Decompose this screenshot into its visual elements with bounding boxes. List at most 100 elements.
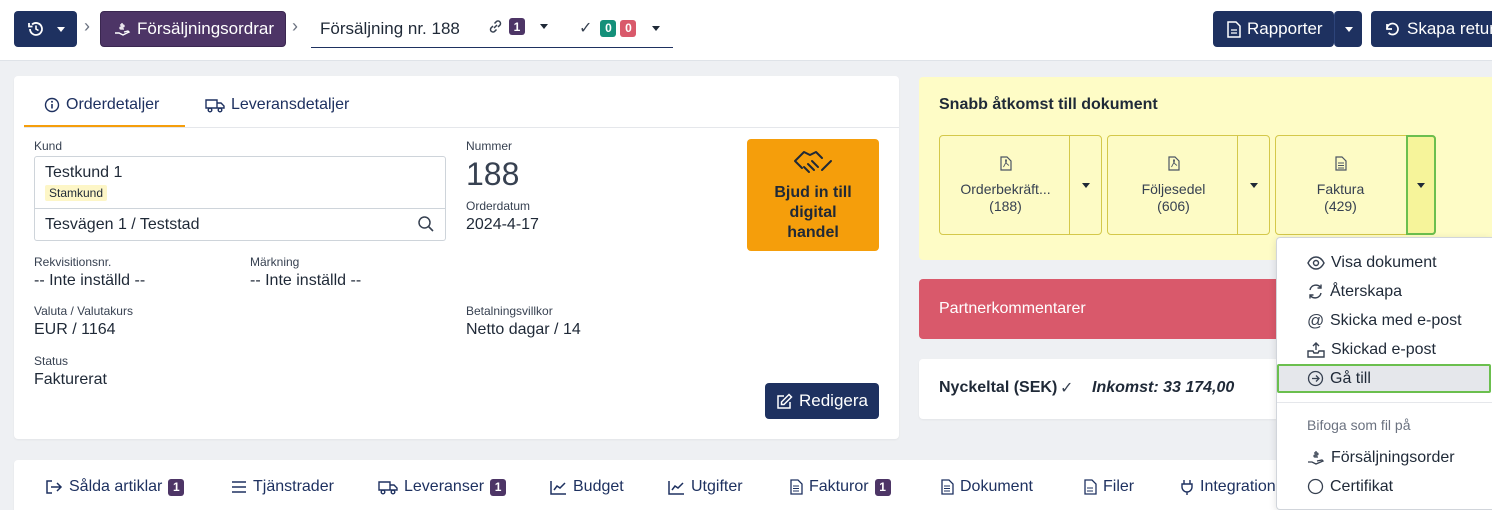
menu-go-to[interactable]: Gå till xyxy=(1277,364,1491,393)
checks-dropdown[interactable]: ✓ 0 0 xyxy=(579,18,661,38)
reports-button[interactable]: Rapporter xyxy=(1213,11,1334,47)
invoice-dropdown-menu: Visa dokument Återskapa @ Skicka med e-p… xyxy=(1276,237,1492,510)
chevron-down-icon xyxy=(1081,182,1090,188)
arrow-circle-icon xyxy=(1307,370,1324,387)
tab-label: Fakturor xyxy=(809,478,869,495)
refresh-icon xyxy=(1307,283,1324,300)
tab-documents[interactable]: Dokument xyxy=(941,478,1033,496)
pdf-icon xyxy=(999,155,1012,171)
doc-order-confirmation-dropdown[interactable] xyxy=(1069,136,1101,234)
currency-label: Valuta / Valutakurs xyxy=(34,304,133,318)
tab-deliveries[interactable]: Leveranser 1 xyxy=(378,478,507,496)
invite-digital-trade-button[interactable]: Bjud in till digital handel xyxy=(747,139,879,251)
menu-view-document[interactable]: Visa dokument xyxy=(1277,248,1492,277)
check-ok-badge: 0 xyxy=(600,19,617,37)
tab-label: Budget xyxy=(573,478,624,495)
reports-label: Rapporter xyxy=(1247,19,1323,38)
at-icon: @ xyxy=(1307,310,1325,330)
customer-label: Kund xyxy=(34,139,63,153)
menu-item-label: Skickad e-post xyxy=(1331,340,1436,358)
quick-access-title: Snabb åtkomst till dokument xyxy=(939,96,1158,113)
tab-invoices[interactable]: Fakturor 1 xyxy=(790,478,891,496)
doc-order-confirmation-open[interactable]: Orderbekräft... (188) xyxy=(940,136,1071,234)
tab-service-rows[interactable]: Tjänstrader xyxy=(231,478,334,496)
marking-label: Märkning xyxy=(250,255,300,269)
doc-invoice-open[interactable]: Faktura (429) xyxy=(1276,136,1405,234)
menu-sent-email[interactable]: Skickad e-post xyxy=(1277,335,1492,364)
order-date-label: Orderdatum xyxy=(466,199,531,213)
export-icon xyxy=(45,479,63,495)
history-icon xyxy=(27,20,45,38)
check-fail-badge: 0 xyxy=(620,19,637,37)
doc-invoice: Faktura (429) xyxy=(1275,135,1436,235)
tab-label: Utgifter xyxy=(691,478,743,495)
doc-name: Följesedel xyxy=(1141,180,1206,197)
menu-recreate[interactable]: Återskapa xyxy=(1277,277,1492,306)
status-label: Status xyxy=(34,354,69,368)
tab-label: Tjänstrader xyxy=(253,478,334,495)
customer-tag: Stamkund xyxy=(45,185,108,201)
order-date-value: 2024-4-17 xyxy=(466,216,539,233)
tab-delivery-details[interactable]: Leveransdetaljer xyxy=(205,96,349,114)
menu-item-label: Certifikat xyxy=(1330,477,1394,495)
breadcrumb-separator: › xyxy=(292,16,298,36)
menu-send-email[interactable]: @ Skicka med e-post xyxy=(1277,306,1492,335)
circle-icon xyxy=(1307,478,1324,495)
tab-order-details-label: Orderdetaljer xyxy=(66,96,160,113)
menu-attach-sales-order[interactable]: Försäljningsorder xyxy=(1277,443,1492,472)
tab-order-details[interactable]: Orderdetaljer xyxy=(44,96,159,114)
reports-dropdown-button[interactable] xyxy=(1334,11,1362,47)
order-details-card: Orderdetaljer Leveransdetaljer Kund Test… xyxy=(14,76,899,439)
tab-budget[interactable]: Budget xyxy=(550,478,624,496)
number-label: Nummer xyxy=(466,139,513,153)
edit-label: Redigera xyxy=(799,391,868,410)
partner-comments-label: Partnerkommentarer xyxy=(939,300,1086,317)
edit-button[interactable]: Redigera xyxy=(765,383,879,419)
search-icon[interactable] xyxy=(417,215,435,233)
undo-icon xyxy=(1383,20,1401,38)
menu-item-label: Gå till xyxy=(1330,369,1371,387)
tab-integration[interactable]: Integration xyxy=(1180,478,1276,496)
inbox-icon xyxy=(1307,341,1325,358)
document-icon xyxy=(1334,155,1347,171)
order-number: 188 xyxy=(466,156,520,192)
truck-icon xyxy=(378,480,398,495)
tab-count-badge: 1 xyxy=(168,478,185,496)
history-dropdown-button[interactable] xyxy=(14,11,77,47)
hand-coin-icon xyxy=(113,20,131,38)
customer-box[interactable]: Testkund 1 Stamkund xyxy=(34,156,446,209)
plug-icon xyxy=(1180,479,1194,495)
doc-count: (606) xyxy=(1157,197,1190,214)
doc-delivery-note-open[interactable]: Följesedel (606) xyxy=(1108,136,1239,234)
sales-orders-button[interactable]: Försäljningsordrar xyxy=(100,11,286,47)
create-return-button[interactable]: Skapa retur xyxy=(1371,11,1492,47)
key-figures-label: Nyckeltal (SEK) xyxy=(939,379,1058,396)
file-icon xyxy=(1227,20,1241,38)
tab-delivery-details-label: Leveransdetaljer xyxy=(231,96,350,113)
document-icon xyxy=(790,479,803,495)
tab-files[interactable]: Filer xyxy=(1084,478,1134,496)
chevron-down-icon xyxy=(652,25,661,31)
marking-value: -- Inte inställd -- xyxy=(250,272,362,289)
file-icon xyxy=(1084,479,1097,495)
hand-icon xyxy=(1307,449,1325,466)
doc-count: (188) xyxy=(989,197,1022,214)
address-field[interactable]: Tesvägen 1 / Teststad xyxy=(34,209,446,241)
tab-label: Dokument xyxy=(960,478,1033,495)
tab-count-badge: 1 xyxy=(490,478,507,496)
tab-label: Integration xyxy=(1200,478,1276,495)
doc-invoice-dropdown[interactable] xyxy=(1406,135,1436,235)
links-dropdown[interactable]: 1 xyxy=(487,18,548,35)
tab-sold-items[interactable]: Sålda artiklar 1 xyxy=(45,478,185,496)
menu-attach-certificate[interactable]: Certifikat xyxy=(1277,472,1492,501)
eye-icon xyxy=(1307,255,1325,270)
links-count-badge: 1 xyxy=(509,18,525,35)
info-circle-icon xyxy=(44,97,60,113)
doc-delivery-note-dropdown[interactable] xyxy=(1237,136,1269,234)
chart-line-icon xyxy=(550,480,567,495)
check-icon: ✓ xyxy=(579,20,593,37)
tab-expenses[interactable]: Utgifter xyxy=(668,478,743,496)
doc-delivery-note: Följesedel (606) xyxy=(1107,135,1270,235)
edit-icon xyxy=(776,392,793,410)
income-value: Inkomst: 33 174,00 xyxy=(1092,379,1235,396)
